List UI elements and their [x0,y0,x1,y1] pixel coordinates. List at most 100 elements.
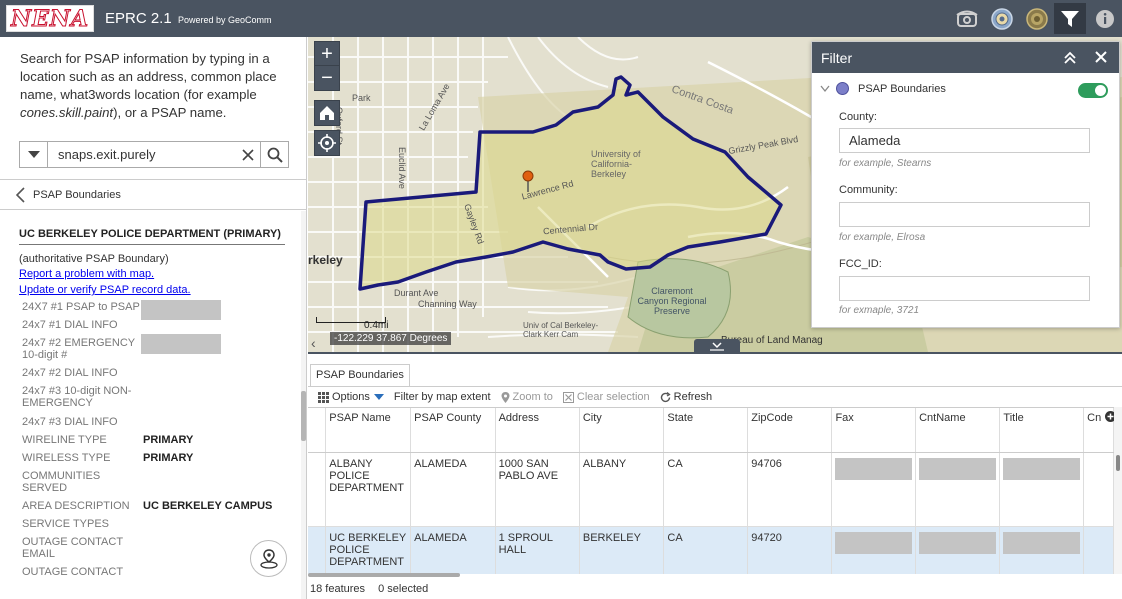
detail-scrollbar[interactable] [301,211,306,599]
location-pin-icon [259,548,278,569]
intro-example: cones.skill.paint [20,105,114,120]
info-button[interactable] [1089,3,1121,34]
scroll-thumb[interactable] [301,391,306,441]
back-to-layer-button[interactable]: PSAP Boundaries [0,179,306,210]
close-icon[interactable] [1095,51,1107,63]
column-header[interactable]: Fax [831,408,917,453]
clear-selection-button[interactable]: Clear selection [562,391,650,403]
map-label: University of California-Berkeley [591,149,641,179]
row-selector[interactable] [308,526,327,574]
locate-psap-button[interactable] [250,540,287,577]
table-cell [1083,452,1114,527]
options-menu[interactable]: Options [318,391,384,403]
fcc-id-hint: for exmaple, 3721 [839,305,920,316]
table-cell [915,526,1001,574]
row-selector[interactable] [308,452,327,527]
table-cell: BERKELEY [579,526,665,574]
badge-button[interactable] [1021,3,1053,34]
column-header[interactable]: Address [495,408,580,453]
zoom-out-button[interactable]: − [314,65,340,91]
home-button[interactable] [314,100,340,126]
table-row[interactable]: UC BERKELEY POLICE DEPARTMENT ALAMEDA 1 … [308,526,1114,574]
seal-icon [991,7,1013,30]
home-icon [320,106,334,120]
table-row[interactable]: ALBANY POLICE DEPARTMENT ALAMEDA 1000 SA… [308,452,1114,527]
collapse-left-arrow[interactable]: ‹ [311,335,316,351]
table-cell: 94720 [747,526,833,574]
column-header[interactable]: City [579,408,665,453]
attribute-table: PSAP Boundaries Options Filter by map ex… [308,352,1122,599]
search-button[interactable] [260,142,288,167]
community-input[interactable] [839,202,1090,227]
table-cell: ALAMEDA [410,452,496,527]
table-cell [999,526,1085,574]
field-label: OUTAGE CONTACT EMAIL [22,536,123,560]
county-input[interactable]: Alameda [839,128,1090,153]
filter-panel: Filter PSAP Boundaries County: Alameda f… [811,41,1120,328]
phone-button[interactable] [951,3,983,34]
authoritative-note: (authoritative PSAP Boundary) [19,253,169,265]
toggle-table-button[interactable] [694,339,740,352]
psap-detail: UC BERKELEY POLICE DEPARTMENT (PRIMARY) … [0,211,302,599]
column-header[interactable]: CntName [915,408,1001,453]
field-label: COMMUNITIES SERVED [22,470,101,494]
column-header[interactable]: State [663,408,749,453]
field-label: 24x7 #3 DIAL INFO [22,416,118,428]
county-hint: for example, Stearns [839,158,932,169]
badge-icon [1026,7,1048,30]
filter-layer-row[interactable]: PSAP Boundaries [820,82,946,95]
tab-psap-boundaries[interactable]: PSAP Boundaries [310,364,410,386]
close-icon [242,148,254,161]
powered-by: Powered by GeoComm [178,15,272,25]
table-cell: UC BERKELEY POLICE DEPARTMENT [325,526,412,574]
table-vertical-scrollbar[interactable] [1114,407,1122,574]
table-grid: PSAP Name PSAP County Address City State… [308,407,1114,574]
redacted-value [919,457,997,480]
filter-title: Filter [821,49,853,66]
redacted-value [835,457,913,480]
layer-filter-toggle[interactable] [1078,83,1108,98]
refresh-button[interactable]: Refresh [660,391,712,403]
column-header[interactable]: ZipCode [747,408,833,453]
table-cell [831,452,917,527]
table-cell: 94706 [747,452,833,527]
scale-label: 0.4mi [364,320,389,331]
row-select-header[interactable] [308,408,327,453]
seal-button[interactable] [986,3,1018,34]
table-toolbar: Options Filter by map extent Zoom to Cle… [308,386,1122,407]
options-label: Options [332,391,370,403]
field-label: WIRELESS TYPE [22,452,111,464]
scroll-thumb[interactable] [1116,455,1120,471]
table-cell: CA [663,526,749,574]
table-header-row: PSAP Name PSAP County Address City State… [308,408,1114,453]
layer-symbol [836,82,849,95]
zoom-to-button[interactable]: Zoom to [501,391,553,403]
coordinate-readout: -122.229 37.867 Degrees [330,332,452,345]
search-source-dropdown[interactable] [20,142,48,167]
fcc-id-input[interactable] [839,276,1090,301]
report-problem-link[interactable]: Report a problem with map. [19,268,154,280]
nena-logo[interactable]: NENA [6,5,94,32]
minus-icon: − [321,66,333,89]
column-header[interactable]: PSAP Name [325,408,412,453]
map-label: Channing Way [418,299,477,309]
psap-title: UC BERKELEY POLICE DEPARTMENT (PRIMARY) [19,228,281,240]
clear-search-button[interactable] [236,142,260,167]
table-horizontal-scrollbar[interactable] [308,573,460,577]
community-hint: for example, Elrosa [839,232,926,243]
redacted-value [919,531,997,554]
table-cell: 1000 SAN PABLO AVE [495,452,580,527]
search-input[interactable]: snaps.exit.purely [48,142,236,167]
table-cell [831,526,917,574]
table-cell: CA [663,452,749,527]
column-header[interactable]: PSAP County [410,408,496,453]
column-header[interactable]: Title [999,408,1085,453]
zoom-in-button[interactable]: + [314,41,340,67]
filter-button[interactable] [1054,3,1086,34]
collapse-icon[interactable] [1063,50,1077,64]
filter-by-extent-button[interactable]: Filter by map extent [394,391,491,403]
clear-box-icon [562,391,574,403]
locate-button[interactable] [314,130,340,156]
update-record-link[interactable]: Update or verify PSAP record data. [19,284,191,296]
app-header: NENA EPRC 2.1 Powered by GeoComm [0,0,1122,37]
